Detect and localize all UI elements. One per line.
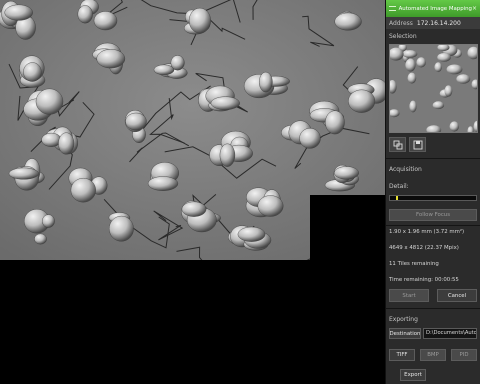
detail-slider[interactable] (389, 195, 477, 201)
copy-icon[interactable] (389, 137, 406, 152)
format-tiff-button[interactable]: TIFF (389, 349, 415, 361)
acquisition-title: Acquisition (389, 166, 422, 173)
time-remaining: Time remaining: 00:00:55 (389, 277, 459, 283)
follow-focus-button[interactable]: Follow Focus (389, 209, 477, 221)
exporting-title: Exporting (389, 316, 418, 323)
tiles-remaining: 11 Tiles remaining (389, 261, 439, 267)
format-pid-button[interactable]: PID (451, 349, 477, 361)
side-panel: Automated Image Mapping × Address 172.16… (385, 0, 480, 384)
selection-title: Selection (389, 33, 417, 40)
thumbnail-image (390, 45, 477, 132)
format-bmp-button[interactable]: BMP (420, 349, 446, 361)
selection-thumbnail[interactable] (389, 44, 478, 133)
detail-slider-marker[interactable] (396, 196, 399, 200)
close-icon[interactable]: × (472, 5, 477, 12)
pixel-count: 4649 x 4812 (22.37 Mpix) (389, 245, 459, 251)
app-title: Automated Image Mapping (398, 5, 472, 12)
grip-icon[interactable] (389, 6, 396, 11)
address-bar: Address 172.16.14.200 (386, 17, 480, 29)
destination-button[interactable]: Destination (389, 328, 421, 339)
detail-label: Detail: (389, 183, 409, 190)
address-value: 172.16.14.200 (416, 19, 461, 27)
export-button[interactable]: Export (400, 369, 426, 381)
cancel-button[interactable]: Cancel (437, 289, 477, 302)
save-icon[interactable] (409, 137, 426, 152)
title-bar[interactable]: Automated Image Mapping × (386, 0, 480, 17)
destination-path-field[interactable]: D:\Documents\Autor (423, 328, 477, 339)
selection-size: 1.90 x 1.96 mm (3.72 mm²) (389, 229, 465, 235)
image-viewport[interactable] (0, 0, 385, 384)
start-button[interactable]: Start (389, 289, 429, 302)
unscanned-area (310, 195, 385, 260)
address-label: Address (389, 19, 413, 27)
